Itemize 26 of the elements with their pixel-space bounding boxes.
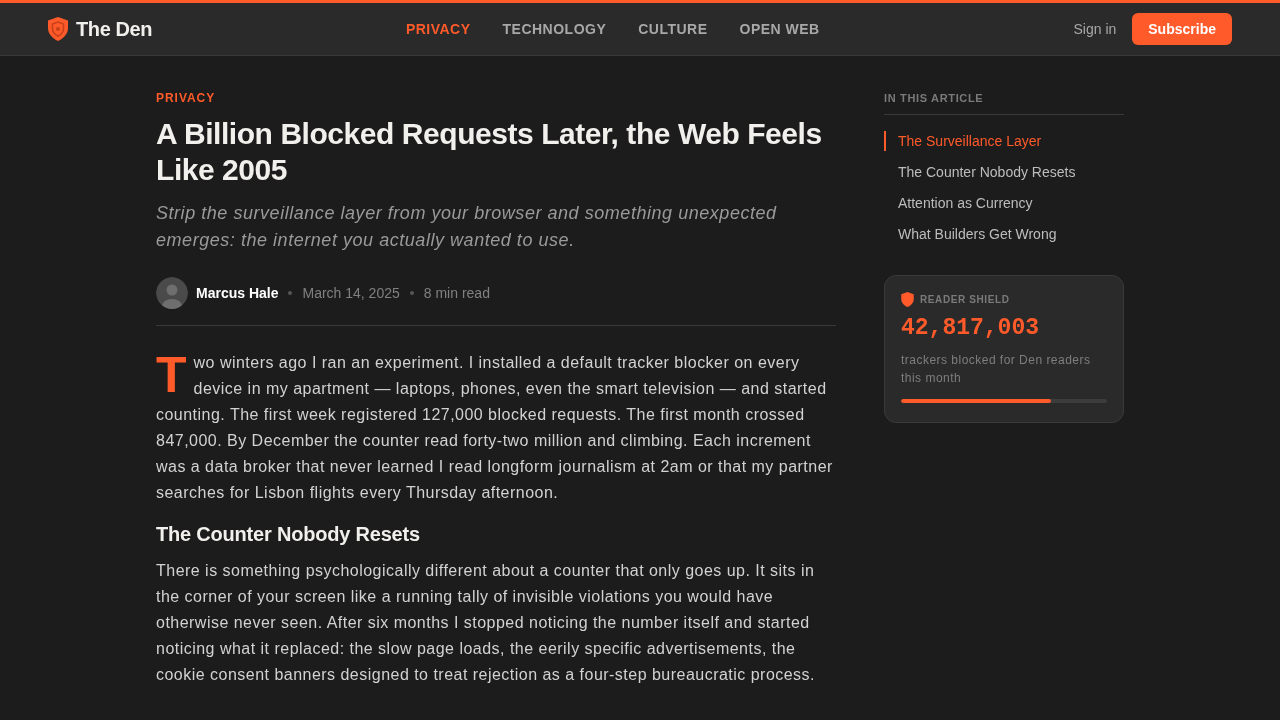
shield-logo-icon[interactable]	[48, 17, 68, 41]
article-title: A Billion Blocked Requests Later, the Web Feels Like 2005	[156, 116, 823, 188]
nav-tab[interactable]: CULTURE	[638, 19, 708, 39]
toc-link[interactable]: What Builders Get Wrong	[884, 224, 1124, 244]
toc-link[interactable]: The Counter Nobody Resets	[884, 162, 1124, 182]
sign-in-link[interactable]: Sign in	[1073, 19, 1117, 39]
subscribe-button[interactable]: Subscribe	[1132, 13, 1232, 45]
read-time: 8 min read	[423, 283, 490, 303]
nav-tab[interactable]: OPEN WEB	[739, 19, 820, 39]
publish-date: March 14, 2025	[302, 283, 400, 303]
section-heading: The Counter Nobody Resets	[156, 522, 421, 547]
toc-link[interactable]: The Surveillance Layer	[884, 131, 1124, 151]
body-paragraph: There is something psychologically different about a counter that only goes up. It sits in the corner of your screen like a running tally of invisible violations you would have otherwise never seen. After six months I stopped noticing the number itself and started noticing what it replaced: the slow page loads, the eerily specific advertisements, the cookie consent banners designed to treat rejection as a four-step bureaucratic process.	[156, 561, 816, 685]
blocked-count: 42,817,003	[901, 314, 1041, 343]
category-label[interactable]: PRIVACY	[156, 90, 836, 106]
site-logo-text[interactable]: The Den	[76, 19, 153, 39]
shield-icon	[901, 292, 914, 307]
card-caption: trackers blocked for Den readers this month	[901, 352, 1092, 387]
avatar-icon	[156, 277, 188, 309]
card-title: READER SHIELD	[920, 292, 1010, 307]
author-name[interactable]: Marcus Hale	[196, 282, 279, 304]
nav-tab[interactable]: PRIVACY	[405, 19, 471, 39]
toc-link[interactable]: Attention as Currency	[884, 193, 1124, 213]
toc-heading: IN THIS ARTICLE	[884, 90, 1124, 115]
article-subtitle: Strip the surveillance layer from your browser and something unexpected emerges: the internet you actually wanted to use.	[156, 202, 778, 252]
nav-tab[interactable]: TECHNOLOGY	[502, 19, 607, 39]
